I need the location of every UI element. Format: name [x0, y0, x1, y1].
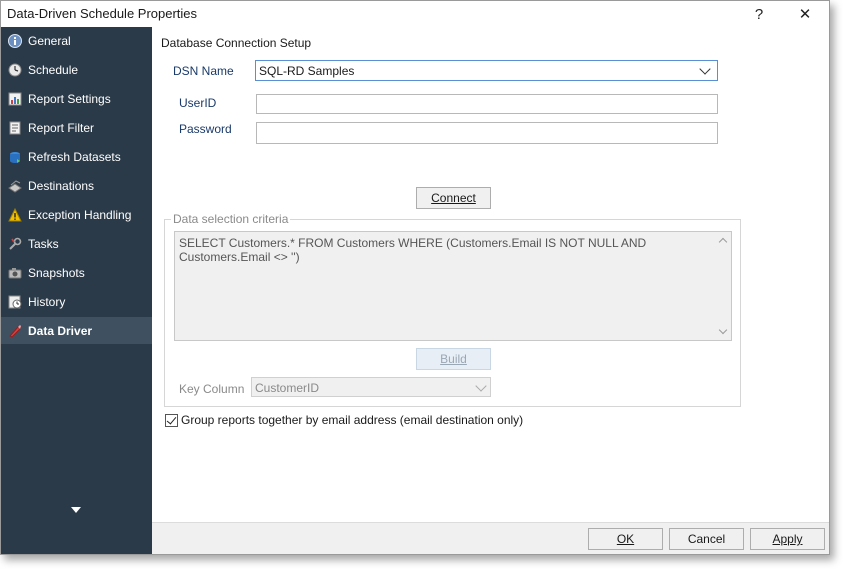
key-column-label: Key Column — [179, 382, 245, 396]
key-column-value: CustomerID — [255, 381, 320, 395]
refresh-datasets-icon — [7, 149, 23, 165]
sidebar-item-snapshots[interactable]: Snapshots — [1, 259, 152, 286]
sidebar-item-history[interactable]: History — [1, 288, 152, 315]
info-icon — [7, 33, 23, 49]
sidebar-item-data-driver[interactable]: Data Driver — [1, 317, 152, 344]
sidebar-item-destinations[interactable]: Destinations — [1, 172, 152, 199]
checkmark-icon — [166, 414, 177, 425]
help-button[interactable]: ? — [739, 1, 779, 27]
connect-button-label: Connect — [431, 191, 476, 205]
sidebar-item-label: Schedule — [28, 62, 79, 77]
sidebar-item-label: General — [28, 33, 71, 48]
cancel-button[interactable]: Cancel — [669, 528, 744, 550]
close-button[interactable]: ✕ — [785, 1, 825, 27]
sidebar-item-label: History — [28, 294, 66, 309]
sidebar-item-label: Tasks — [28, 236, 59, 251]
userid-field[interactable] — [256, 94, 718, 114]
sidebar: General Schedule Report Settings Report … — [1, 27, 152, 554]
data-driver-icon — [7, 323, 23, 339]
cancel-button-label: Cancel — [687, 532, 726, 546]
close-icon: ✕ — [798, 6, 812, 23]
dialog-footer: OK Cancel Apply — [152, 522, 829, 554]
help-icon: ? — [754, 5, 764, 23]
criteria-sql-text: SELECT Customers.* FROM Customers WHERE … — [179, 236, 647, 264]
title-bar: Data-Driven Schedule Properties ? ✕ — [1, 1, 829, 27]
password-label: Password — [179, 122, 232, 136]
apply-button[interactable]: Apply — [750, 528, 825, 550]
key-column-dropdown[interactable]: CustomerID — [251, 377, 491, 397]
sidebar-item-exception-handling[interactable]: Exception Handling — [1, 201, 152, 228]
ok-button-label: OK — [616, 532, 635, 546]
sidebar-item-label: Snapshots — [28, 265, 85, 280]
group-reports-checkbox[interactable] — [165, 414, 178, 427]
password-field[interactable] — [256, 122, 718, 144]
group-reports-label: Group reports together by email address … — [181, 413, 524, 427]
sidebar-item-label: Report Settings — [28, 91, 111, 106]
build-button-label: Build — [440, 352, 467, 366]
connect-button[interactable]: Connect — [416, 187, 491, 209]
window-title: Data-Driven Schedule Properties — [7, 6, 198, 21]
destinations-icon — [7, 178, 23, 194]
sidebar-item-schedule[interactable]: Schedule — [1, 56, 152, 83]
criteria-legend: Data selection criteria — [171, 212, 291, 226]
userid-label: UserID — [179, 96, 217, 110]
chevron-down-icon — [475, 380, 487, 392]
sidebar-item-refresh-datasets[interactable]: Refresh Datasets — [1, 143, 152, 170]
camera-icon — [7, 265, 23, 281]
sidebar-item-label: Exception Handling — [28, 207, 132, 222]
build-button[interactable]: Build — [416, 348, 491, 370]
criteria-sql-textarea[interactable]: SELECT Customers.* FROM Customers WHERE … — [174, 231, 732, 341]
sidebar-item-label: Destinations — [28, 178, 95, 193]
dialog-window: Data-Driven Schedule Properties ? ✕ Gene… — [0, 0, 830, 555]
scroll-up-icon[interactable] — [718, 237, 728, 247]
section-title: Database Connection Setup — [161, 36, 312, 50]
report-filter-icon — [7, 120, 23, 136]
scroll-down-icon[interactable] — [718, 325, 728, 335]
sidebar-item-label: Data Driver — [28, 323, 93, 338]
ok-button[interactable]: OK — [588, 528, 663, 550]
sidebar-scroll-down-icon[interactable] — [71, 507, 81, 513]
sidebar-item-label: Report Filter — [28, 120, 95, 135]
history-icon — [7, 294, 23, 310]
warning-icon — [7, 207, 23, 223]
sidebar-item-general[interactable]: General — [1, 27, 152, 54]
dsn-dropdown[interactable]: SQL-RD Samples — [255, 60, 718, 81]
sidebar-item-report-settings[interactable]: Report Settings — [1, 85, 152, 112]
sidebar-item-label: Refresh Datasets — [28, 149, 121, 164]
apply-button-label: Apply — [772, 532, 803, 546]
chevron-down-icon — [699, 63, 711, 75]
criteria-scrollbar[interactable] — [715, 232, 731, 340]
dsn-value: SQL-RD Samples — [259, 64, 355, 78]
sidebar-item-report-filter[interactable]: Report Filter — [1, 114, 152, 141]
clock-icon — [7, 62, 23, 78]
tasks-icon — [7, 236, 23, 252]
data-selection-groupbox: Data selection criteria SELECT Customers… — [164, 212, 741, 407]
sidebar-item-tasks[interactable]: Tasks — [1, 230, 152, 257]
report-settings-icon — [7, 91, 23, 107]
dsn-label: DSN Name — [173, 64, 234, 78]
main-panel: Database Connection Setup DSN Name SQL-R… — [152, 27, 829, 522]
